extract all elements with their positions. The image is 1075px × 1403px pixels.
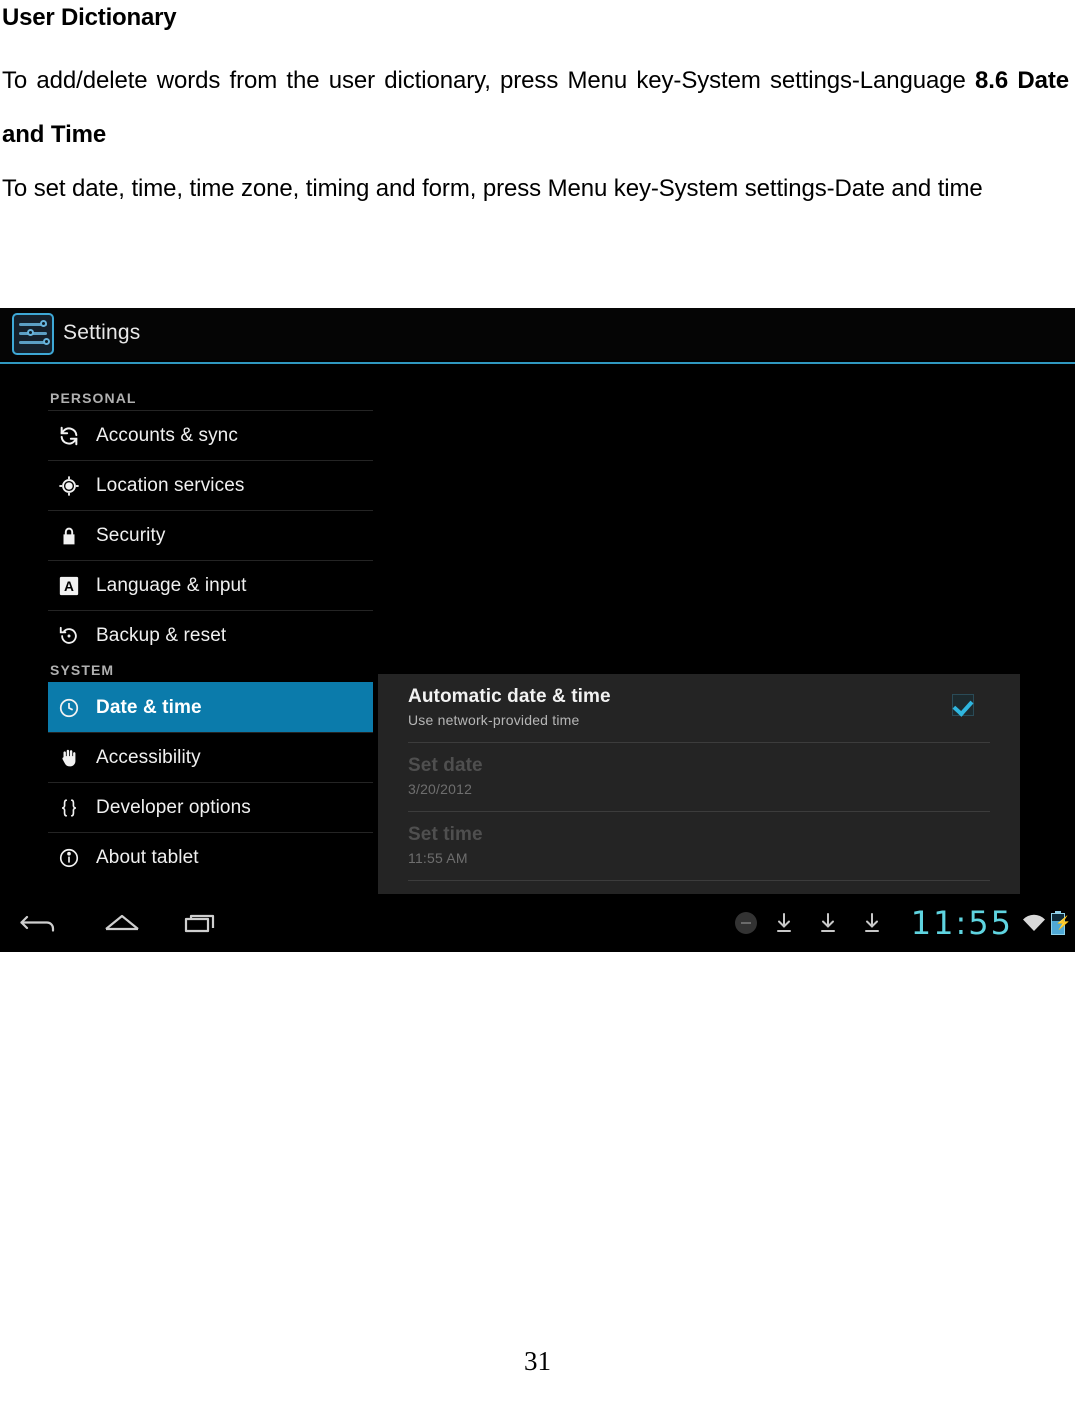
settings-sidebar: PERSONAL Accounts & sync Location servic… [0,366,378,894]
recents-icon[interactable] [180,908,224,938]
sidebar-item-label: Backup & reset [96,624,227,646]
automatic-date-time-checkbox[interactable] [952,694,974,716]
setting-row-automatic-date-time[interactable]: Automatic date & time Use network-provid… [408,674,990,743]
wifi-icon [1021,911,1047,935]
hand-icon [52,747,86,769]
sidebar-item-label: Language & input [96,574,247,596]
paragraph-user-dictionary: To add/delete words from the user dictio… [0,54,1075,162]
home-icon[interactable] [100,908,144,938]
system-navigation-bar: 11:55 ⚡ [0,894,1075,952]
document-body: User Dictionary To add/delete words from… [0,0,1075,216]
sync-icon [52,425,86,447]
sidebar-group-system-label: SYSTEM [50,662,115,678]
sidebar-item-location-services[interactable]: Location services [48,460,373,510]
mute-icon [734,912,757,934]
app-title: Settings [63,321,141,344]
sidebar-item-security[interactable]: Security [48,510,373,560]
download-icon [863,911,881,935]
download-icon [775,911,793,935]
paragraph-date-and-time: To set date, time, time zone, timing and… [2,175,983,202]
lock-icon [52,525,86,547]
sidebar-item-accessibility[interactable]: Accessibility [48,732,373,782]
sidebar-group-personal-label: PERSONAL [50,390,137,406]
back-icon[interactable] [20,908,64,938]
paragraph-1-text: To add/delete words from the user dictio… [2,67,976,94]
sidebar-item-label: About tablet [96,846,199,868]
page-number: 31 [524,1346,551,1376]
setting-title: Automatic date & time [408,686,611,707]
setting-row-set-time: Set time 11:55 AM [408,812,990,881]
battery-charging-icon: ⚡ [1051,911,1071,935]
braces-icon [52,797,86,819]
location-target-icon [52,475,86,497]
setting-subtitle: 3/20/2012 [408,781,473,797]
download-icon [819,911,837,935]
sidebar-item-date-time[interactable]: Date & time [48,682,373,732]
setting-title: Set date [408,755,483,776]
header-divider [0,362,1075,364]
status-clock: 11:55 [910,904,1013,942]
android-settings-screenshot: Settings PERSONAL Accounts & sync Locati… [0,308,1075,952]
sidebar-item-label: Security [96,524,166,546]
sidebar-item-label: Accessibility [96,746,201,768]
sidebar-item-language-input[interactable]: A Language & input [48,560,373,610]
info-circle-icon [52,847,86,869]
sidebar-group-system-list: Date & time Accessibility Developer opti… [0,682,378,882]
status-icons: 11:55 ⚡ [734,902,1071,944]
page-title: User Dictionary [2,4,177,31]
sidebar-group-personal-list: Accounts & sync Location services Securi… [0,410,378,660]
setting-title: Set time [408,824,483,845]
app-header: Settings [0,308,1075,360]
setting-row-set-date: Set date 3/20/2012 [408,743,990,812]
sidebar-item-backup-reset[interactable]: Backup & reset [48,610,373,660]
language-a-icon: A [52,575,86,597]
settings-sliders-icon [12,313,54,355]
clock-icon [52,697,86,719]
setting-subtitle: 11:55 AM [408,850,468,866]
sidebar-item-label: Developer options [96,796,251,818]
sidebar-item-label: Date & time [96,696,202,718]
sidebar-item-label: Location services [96,474,245,496]
svg-text:A: A [64,579,74,594]
sidebar-item-label: Accounts & sync [96,424,238,446]
sidebar-item-developer-options[interactable]: Developer options [48,782,373,832]
backup-restore-icon [52,625,86,647]
sidebar-item-accounts-sync[interactable]: Accounts & sync [48,410,373,460]
sidebar-item-about-tablet[interactable]: About tablet [48,832,373,882]
setting-subtitle: Use network-provided time [408,712,580,728]
